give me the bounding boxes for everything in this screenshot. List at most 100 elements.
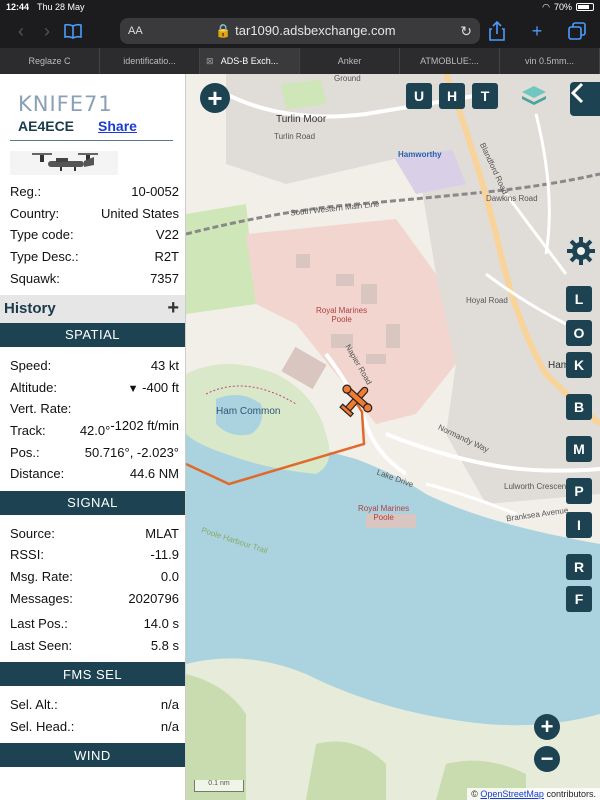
poole-text: Poole bbox=[331, 315, 352, 324]
zoom-out-button[interactable]: − bbox=[534, 746, 560, 772]
lock-icon: 🔒 bbox=[215, 23, 232, 38]
share-link[interactable]: Share bbox=[98, 118, 137, 134]
tab-2[interactable]: identificatio... bbox=[100, 48, 200, 74]
source-row: Source: MLAT bbox=[0, 523, 185, 545]
status-bar: 12:44 Thu 28 May ◠ 70% bbox=[0, 0, 600, 14]
share-icon[interactable] bbox=[484, 18, 510, 44]
map-button-l[interactable]: L bbox=[566, 286, 592, 312]
collapse-sidebar-button[interactable] bbox=[570, 82, 600, 116]
gear-icon[interactable] bbox=[566, 236, 596, 266]
type-desc-value: R2T bbox=[154, 249, 179, 265]
layers-icon[interactable] bbox=[520, 82, 548, 110]
aircraft-sidebar: KNIFE71 AE4ECE Share Reg.: 10-0052 Countr… bbox=[0, 74, 186, 800]
squawk-value: 7357 bbox=[150, 270, 179, 286]
country-label: Country: bbox=[10, 205, 60, 221]
speed-row: Speed: 43 kt bbox=[0, 355, 185, 377]
text-size-button[interactable]: AA bbox=[128, 25, 143, 37]
map-button-f[interactable]: F bbox=[566, 586, 592, 612]
aircraft-photo[interactable] bbox=[10, 151, 118, 175]
detail-row-country: Country: United States bbox=[0, 203, 185, 225]
close-tab-icon[interactable]: ⊠ bbox=[206, 56, 214, 67]
altitude-label: Altitude: bbox=[10, 379, 57, 395]
map-button-o[interactable]: O bbox=[566, 320, 592, 346]
map-label-turlin-road: Turlin Road bbox=[274, 132, 316, 141]
map-label-turlin-moor: Turlin Moor bbox=[276, 114, 327, 125]
battery-percent: 70% bbox=[553, 2, 572, 12]
status-right: ◠ 70% bbox=[542, 2, 594, 13]
zoom-plus-top-button[interactable]: + bbox=[200, 83, 230, 113]
attribution-suffix: contributors. bbox=[546, 789, 596, 799]
map-label-dawkins: Dawkins Road bbox=[486, 194, 538, 203]
map-button-i[interactable]: I bbox=[566, 512, 592, 538]
tab-3-label: ADS-B Exch... bbox=[220, 56, 279, 66]
tabs-icon[interactable] bbox=[564, 18, 590, 44]
hex-row: AE4ECE Share bbox=[18, 118, 185, 134]
section-signal: SIGNAL bbox=[0, 490, 185, 515]
chevron-left-icon bbox=[570, 82, 584, 104]
map-label-ground: Ground bbox=[334, 74, 361, 83]
vert-rate-value: -1202 ft/min bbox=[110, 418, 179, 434]
msg-rate-value: 0.0 bbox=[160, 569, 179, 585]
last-seen-label: Last Seen: bbox=[10, 637, 73, 653]
spatial-list: Speed: 43 kt Altitude: ▼ -400 ft Vert. Rat… bbox=[0, 355, 185, 485]
map-label-hoyal: Hoyal Road bbox=[466, 296, 508, 305]
rssi-row: RSSI: -11.9 bbox=[0, 544, 185, 566]
openstreetmap-link[interactable]: OpenStreetMap bbox=[480, 789, 544, 799]
pos-row: Pos.: 50.716°, -2.023° bbox=[0, 441, 185, 463]
battery-icon bbox=[576, 3, 594, 11]
divider bbox=[10, 140, 173, 141]
section-spatial: SPATIAL bbox=[0, 322, 185, 347]
descending-arrow-icon: ▼ bbox=[127, 382, 139, 395]
wifi-icon: ◠ bbox=[542, 1, 550, 12]
distance-row: Distance: 44.6 NM bbox=[0, 463, 185, 485]
history-toggle[interactable]: History + bbox=[0, 294, 185, 323]
map-button-u[interactable]: U bbox=[406, 83, 432, 109]
source-label: Source: bbox=[10, 525, 55, 541]
fms-list: Sel. Alt.: n/a Sel. Head.: n/a bbox=[0, 694, 185, 737]
last-pos-label: Last Pos.: bbox=[10, 616, 68, 632]
new-tab-icon[interactable]: + bbox=[524, 18, 550, 44]
map-button-p[interactable]: P bbox=[566, 478, 592, 504]
tab-6[interactable]: vin 0.5mm... bbox=[500, 48, 600, 74]
map-label-royal-marines: Royal Marines Poole bbox=[316, 306, 367, 324]
aircraft-marker-icon[interactable] bbox=[336, 380, 376, 420]
tab-3-active[interactable]: ⊠ ADS-B Exch... bbox=[200, 48, 300, 74]
detail-row-type-code: Type code: V22 bbox=[0, 224, 185, 246]
map-label-hamworthy: Hamworthy bbox=[398, 150, 442, 159]
bookmarks-icon[interactable] bbox=[60, 18, 86, 44]
poole-2-text: Poole bbox=[373, 513, 394, 522]
detail-row-squawk: Squawk: 7357 bbox=[0, 267, 185, 289]
sel-alt-label: Sel. Alt.: bbox=[10, 697, 58, 713]
reg-label: Reg.: bbox=[10, 184, 42, 200]
reg-value: 10-0052 bbox=[131, 184, 179, 200]
map-button-k[interactable]: K bbox=[566, 352, 592, 378]
speed-label: Speed: bbox=[10, 358, 52, 374]
tab-5[interactable]: ATMOBLUE:... bbox=[400, 48, 500, 74]
map-button-t[interactable]: T bbox=[472, 83, 498, 109]
reload-icon[interactable]: ↻ bbox=[460, 23, 472, 40]
type-code-value: V22 bbox=[155, 227, 179, 243]
scale-bar: 0.1 nm bbox=[194, 780, 244, 792]
map-button-m[interactable]: M bbox=[566, 436, 592, 462]
expand-plus-icon[interactable]: + bbox=[167, 297, 179, 320]
map-canvas bbox=[186, 74, 600, 800]
zoom-in-button[interactable]: + bbox=[534, 714, 560, 740]
app-root: 12:44 Thu 28 May ◠ 70% ‹ › AA 🔒 tar1090.… bbox=[0, 0, 600, 800]
address-bar[interactable]: AA 🔒 tar1090.adsbexchange.com ↻ bbox=[120, 18, 480, 44]
tab-4[interactable]: Anker bbox=[300, 48, 400, 74]
map-button-h[interactable]: H bbox=[439, 83, 465, 109]
back-icon[interactable]: ‹ bbox=[8, 18, 34, 44]
tab-1[interactable]: Reglaze C bbox=[0, 48, 100, 74]
forward-icon[interactable]: › bbox=[34, 18, 60, 44]
msg-rate-label: Msg. Rate: bbox=[10, 569, 73, 585]
source-value: MLAT bbox=[145, 525, 179, 541]
history-title: History bbox=[4, 300, 56, 318]
messages-row: Messages: 2020796 bbox=[0, 587, 185, 609]
map-button-r[interactable]: R bbox=[566, 554, 592, 580]
map-view[interactable]: Turlin Moor Turlin Road Hamworthy South … bbox=[186, 74, 600, 800]
section-fms-sel: FMS SEL bbox=[0, 662, 185, 687]
detail-row-reg: Reg.: 10-0052 bbox=[0, 181, 185, 203]
map-button-b[interactable]: B bbox=[566, 394, 592, 420]
vert-rate-row: Vert. Rate: bbox=[0, 398, 185, 420]
